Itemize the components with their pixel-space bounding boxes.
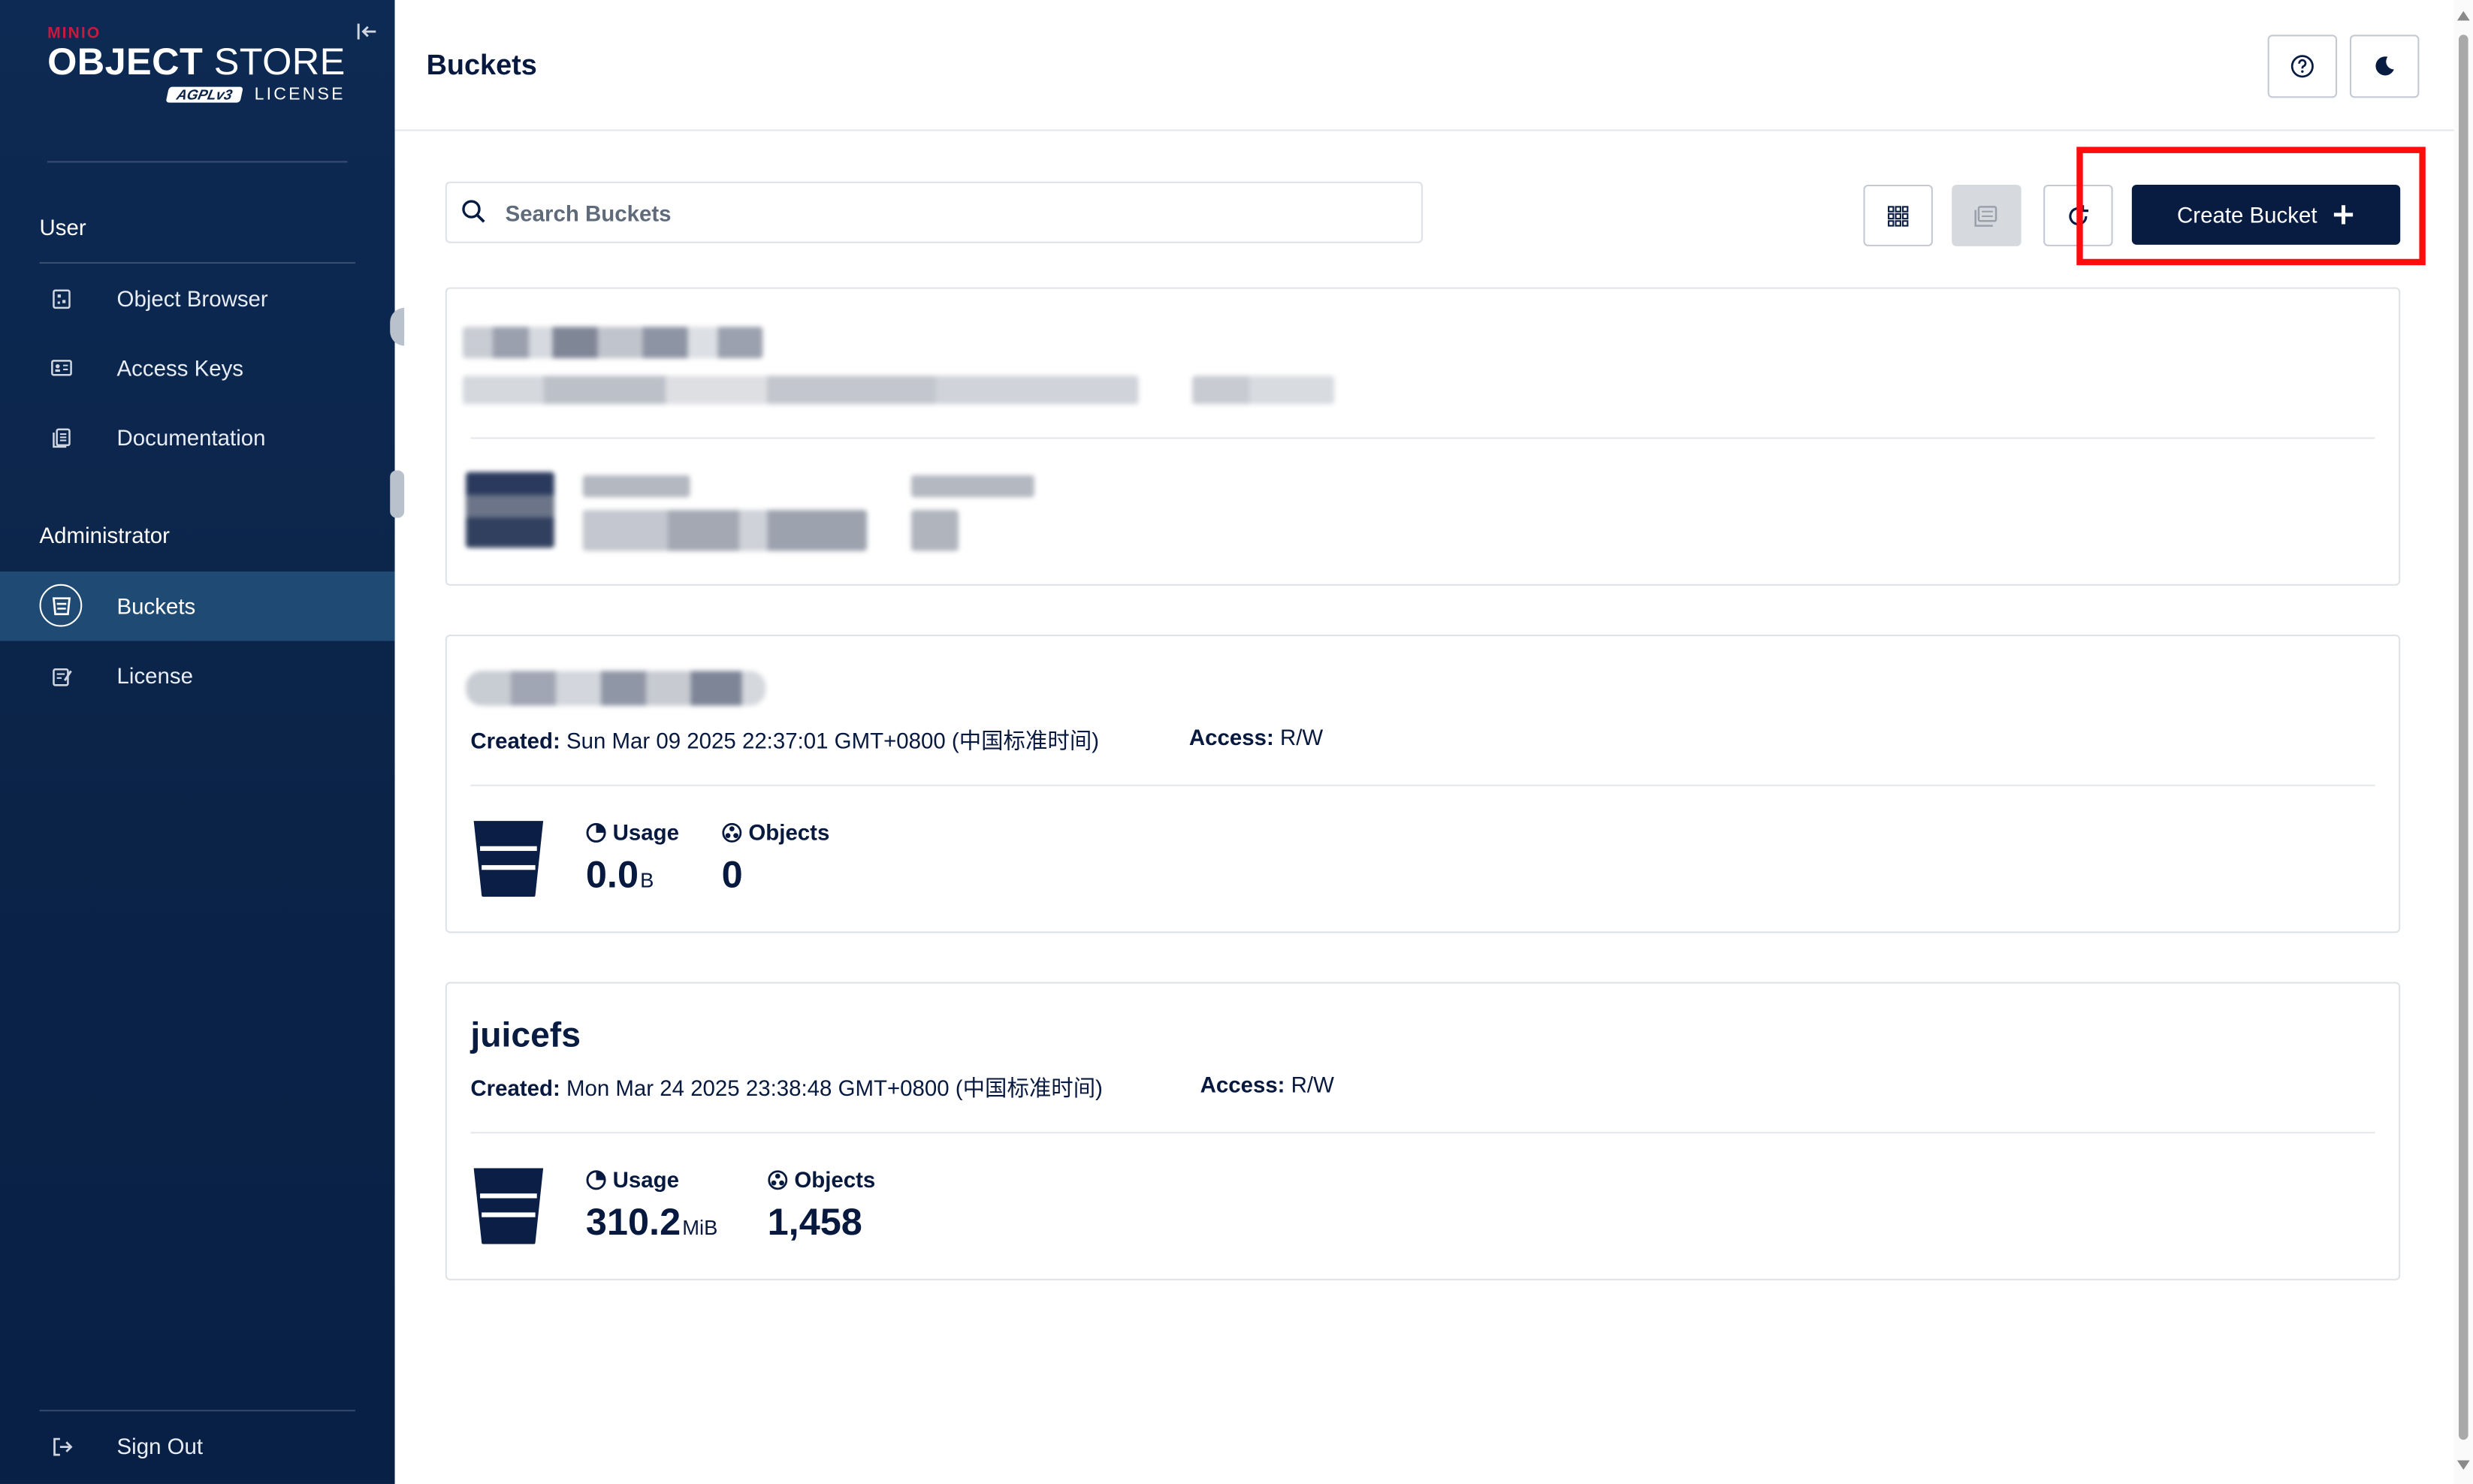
sidebar-item-label: Documentation [116, 424, 266, 451]
usage-unit: B [640, 868, 654, 892]
bucket-card[interactable]: juicefs Created: Mon Mar 24 2025 23:38:4… [445, 982, 2401, 1280]
scroll-down-icon[interactable] [2456, 1458, 2471, 1471]
redacted-bucket-name [466, 671, 766, 706]
resize-handle[interactable] [390, 470, 405, 518]
usage-value: 310.2 [585, 1201, 681, 1244]
theme-toggle-button[interactable] [2349, 35, 2420, 98]
sidebar-item-label: Buckets [116, 593, 196, 620]
sidebar-item-label: Access Keys [116, 354, 244, 381]
redacted-created [462, 376, 1139, 405]
sidebar-divider [47, 161, 348, 163]
sidebar-item-label: Object Browser [116, 285, 268, 312]
redacted-bucket-icon [466, 472, 554, 548]
sidebar-item-access-keys[interactable]: Access Keys [0, 333, 395, 403]
objects-value: 1,458 [767, 1201, 862, 1244]
scroll-up-icon[interactable] [2456, 10, 2471, 23]
card-divider [470, 437, 2375, 439]
access-info: Access: R/W [1188, 724, 1324, 750]
collapse-sidebar-icon[interactable] [354, 19, 379, 44]
search-bar[interactable] [445, 181, 1423, 243]
bucket-icon [473, 821, 544, 897]
sidebar-section-user: User [39, 214, 86, 240]
highlight-box [2076, 146, 2426, 266]
bucket-icon [39, 584, 83, 627]
search-input[interactable] [502, 182, 1409, 242]
redacted-bucket-name [462, 327, 763, 359]
objects-stat: Objects 1,458 [767, 1166, 876, 1244]
usage-icon [586, 1169, 606, 1190]
redacted-usage-label [582, 475, 690, 498]
card-divider [470, 1132, 2375, 1134]
sign-out-button[interactable]: Sign Out [0, 1411, 395, 1480]
license-icon [40, 653, 84, 698]
redacted-objects-value [910, 509, 959, 551]
grid-view-button[interactable] [1863, 184, 1933, 246]
list-icon [1974, 205, 1997, 226]
sidebar-item-buckets[interactable]: Buckets [0, 571, 395, 641]
card-divider [470, 784, 2375, 786]
bucket-name[interactable]: juicefs [470, 1015, 581, 1057]
page-header: Buckets [394, 0, 2454, 131]
brand-product: OBJECT STORE [47, 41, 346, 84]
license-word: LICENSE [254, 85, 346, 104]
help-button[interactable] [2267, 35, 2338, 98]
sidebar-item-label: License [116, 662, 194, 689]
objects-value: 0 [721, 854, 743, 897]
grid-icon [1888, 205, 1909, 226]
sidebar-item-documentation[interactable]: Documentation [0, 403, 395, 472]
sign-out-label: Sign Out [116, 1433, 204, 1459]
search-icon [462, 200, 485, 223]
objects-icon [722, 822, 742, 842]
redacted-objects-label [910, 475, 1034, 498]
object-browser-icon [40, 276, 84, 321]
sidebar-item-object-browser[interactable]: Object Browser [0, 264, 395, 333]
license-row: AGPLv3 LICENSE [47, 86, 346, 104]
usage-stat: Usage 0.0 B [585, 819, 679, 897]
sidebar: MINIO OBJECT STORE AGPLv3 LICENSE User O… [0, 0, 395, 1484]
usage-stat: Usage 310.2 MiB [585, 1166, 718, 1244]
created-info: Created: Sun Mar 09 2025 22:37:01 GMT+08… [470, 728, 1100, 753]
list-view-button[interactable] [1952, 184, 2022, 246]
usage-icon [586, 822, 606, 842]
sidebar-section-administrator: Administrator [39, 522, 170, 548]
objects-icon [768, 1169, 788, 1190]
bucket-icon [473, 1168, 544, 1244]
minio-logo: MINIO OBJECT STORE AGPLv3 LICENSE [47, 26, 346, 104]
access-info: Access: R/W [1200, 1072, 1334, 1097]
resize-handle[interactable] [390, 307, 405, 346]
bucket-card[interactable] [445, 287, 2401, 586]
usage-unit: MiB [682, 1215, 718, 1240]
brand-minio: MINIO [47, 25, 101, 43]
objects-stat: Objects 0 [721, 819, 830, 897]
agpl-badge: AGPLv3 [165, 86, 244, 103]
moon-icon [2375, 56, 2394, 76]
redacted-access [1192, 376, 1335, 405]
scrollbar-thumb[interactable] [2458, 35, 2468, 1440]
access-keys-icon [40, 345, 84, 390]
sidebar-item-license[interactable]: License [0, 641, 395, 710]
bucket-card[interactable]: Created: Sun Mar 09 2025 22:37:01 GMT+08… [445, 635, 2401, 934]
usage-value: 0.0 [585, 854, 639, 897]
page-title: Buckets [426, 49, 537, 81]
documentation-icon [40, 415, 84, 460]
sign-out-icon [40, 1424, 84, 1468]
redacted-usage-value [582, 509, 868, 551]
help-icon [2290, 55, 2314, 78]
created-info: Created: Mon Mar 24 2025 23:38:48 GMT+08… [470, 1075, 1103, 1101]
